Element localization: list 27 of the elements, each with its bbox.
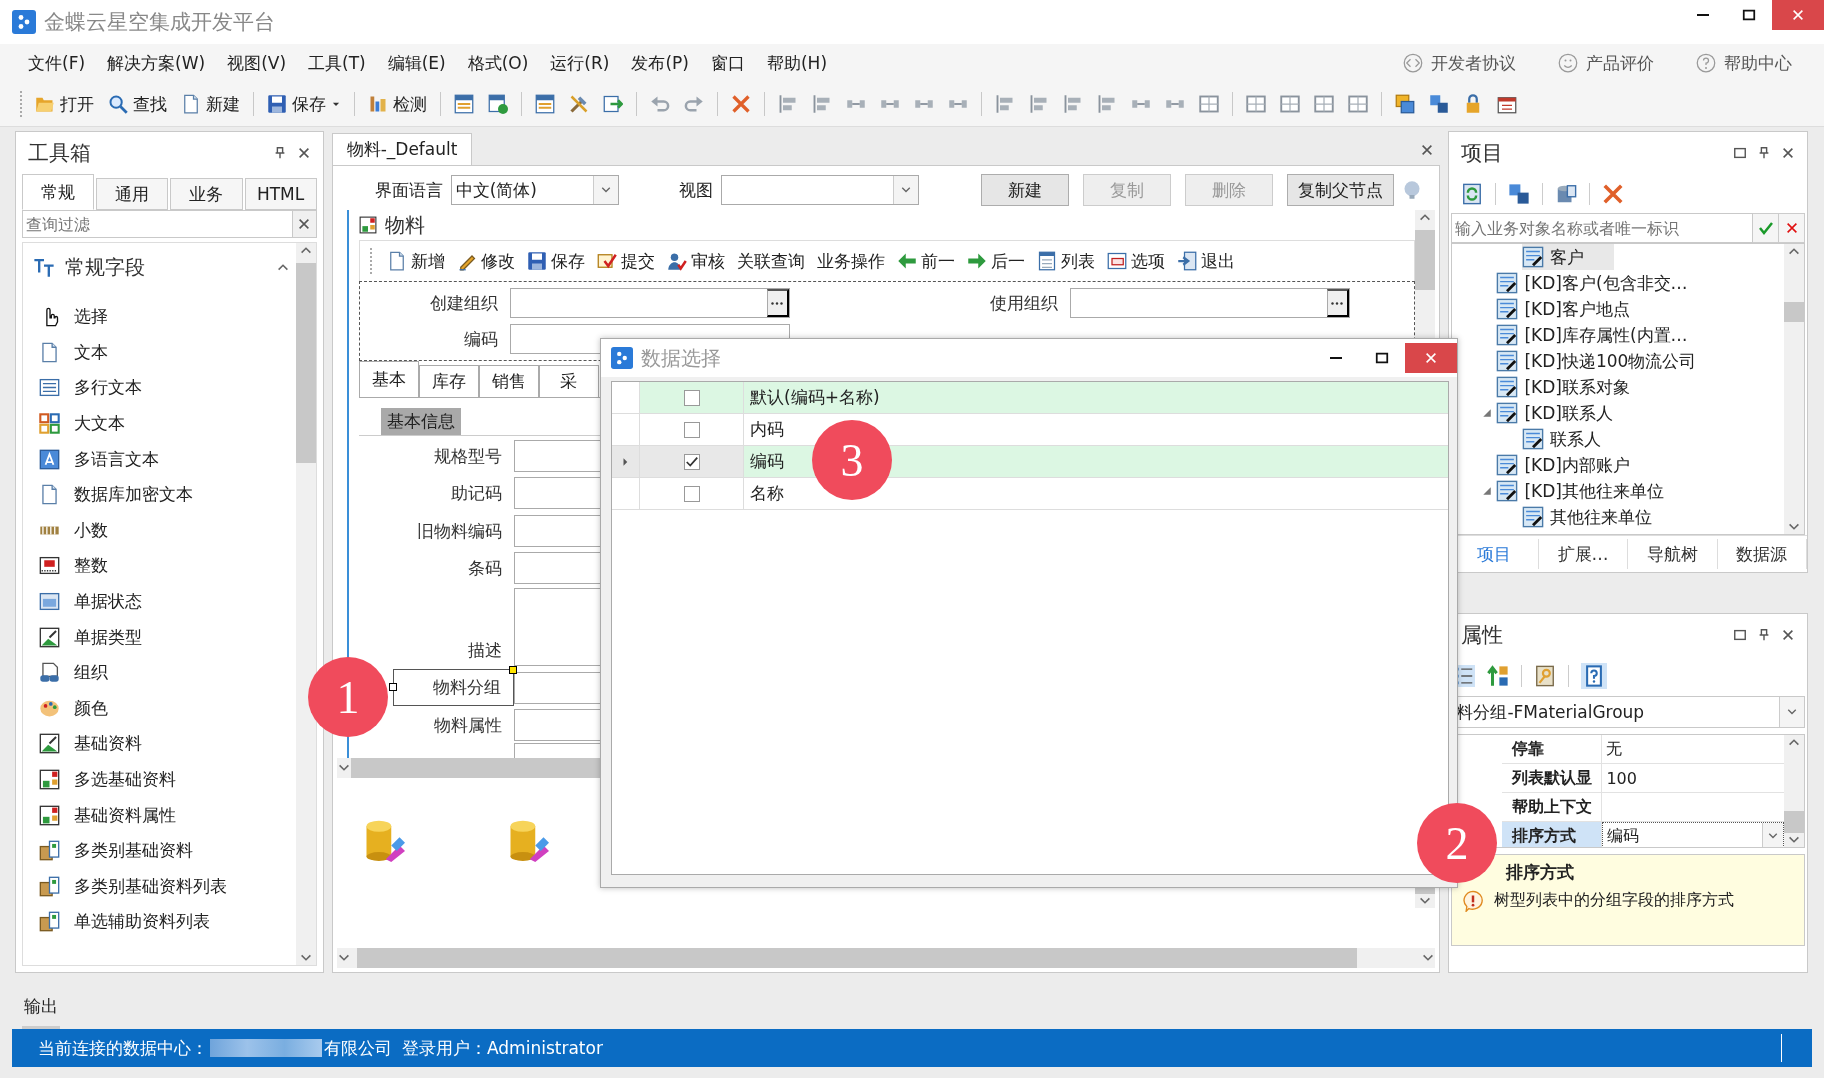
field-label: 物料属性 [432, 714, 503, 737]
status-text: 当前连接的数据中心： [38, 1036, 208, 1060]
dialog-title: 数据选择 [641, 344, 721, 372]
panel-title: 项目 [1461, 139, 1504, 167]
field-label: 创建组织 [428, 291, 499, 315]
section-header: 基本信息 [380, 408, 461, 435]
field-label: 编码 [462, 327, 499, 351]
field-label: 物料分组 [392, 668, 514, 706]
window-title: 金蝶云星空集成开发平台 [44, 9, 275, 36]
table-cell-text: 内码 [749, 418, 785, 441]
field-label: 规格型号 [432, 444, 503, 468]
status-text: 有限公司 [324, 1036, 392, 1060]
field-label: 助记码 [449, 482, 503, 505]
help-text: 树型列表中的分组字段的排序方式 [1494, 890, 1736, 911]
field-label: 视图 [678, 178, 713, 202]
panel-title: 工具箱 [28, 140, 91, 167]
field-label: 旧物料编码 [415, 519, 503, 543]
table-cell: 默认(编码+名称) [744, 382, 1448, 413]
field-label: 界面语言 [374, 178, 443, 202]
help-title: 排序方式 [1504, 861, 1576, 884]
form-title: 物料 [384, 211, 425, 239]
field-label: 条码 [466, 557, 503, 580]
panel-title: 属性 [1461, 622, 1504, 649]
status-text: 登录用户：Administrator [402, 1036, 603, 1060]
field-label: 描述 [466, 639, 503, 662]
table-cell-text: 名称 [749, 482, 785, 505]
field-label: 使用组织 [988, 291, 1059, 315]
